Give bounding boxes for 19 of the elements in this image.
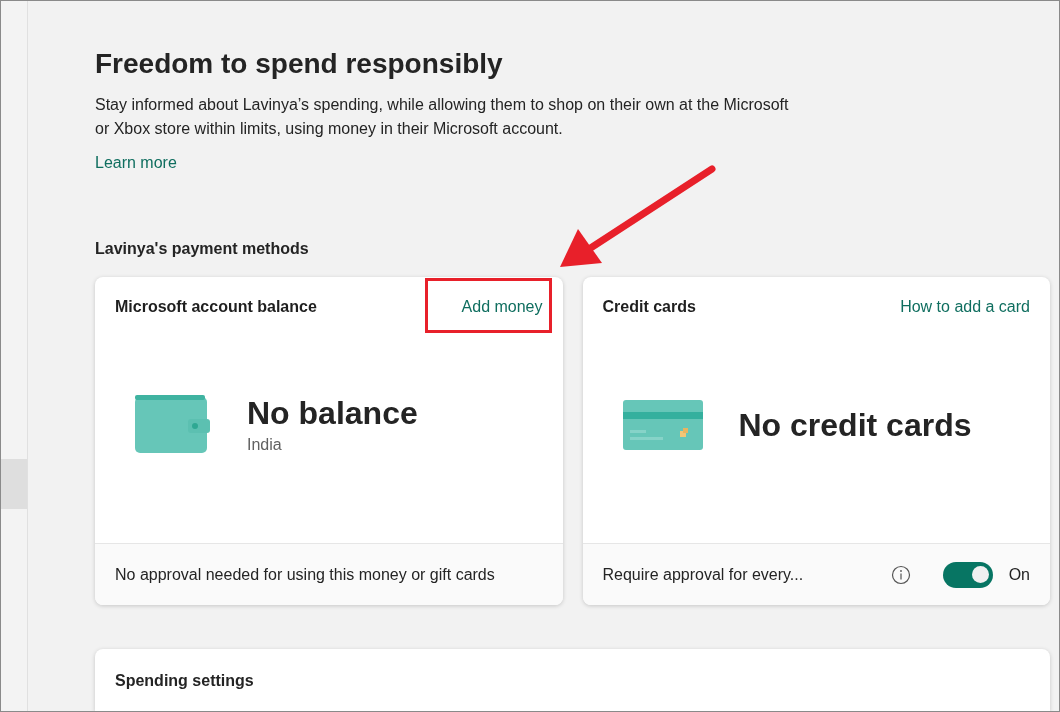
card-link[interactable]: How to add a card [900, 298, 1030, 315]
credit-card-icon [622, 400, 703, 450]
card-status: No balance [247, 394, 418, 433]
card-region: India [247, 435, 283, 455]
card-title: Microsoft account balance [115, 297, 317, 317]
learn-more-link[interactable]: Learn more [95, 151, 177, 175]
card-title: Credit cards [602, 297, 696, 317]
footer-text: No approval needed for using this money or gift cards [115, 564, 496, 585]
info-icon[interactable] [890, 564, 911, 585]
description: Stay informed about Lavinya’s spending, while allowing them to shop on their own at the Microsoft or Xbox store within limits, using money in their Microsoft account. [95, 95, 790, 139]
page-heading: Freedom to spend responsibly [95, 47, 504, 81]
settings-title: Spending settings [115, 672, 254, 689]
footer-text: Require approval for every... [602, 564, 805, 585]
card-link[interactable]: Add money [461, 298, 543, 315]
toggle-label: On [1008, 564, 1030, 585]
toggle-switch[interactable] [942, 561, 993, 588]
card-status: No credit cards [738, 406, 972, 445]
section-title: Lavinya's payment methods [95, 239, 310, 259]
wallet-icon [135, 395, 211, 455]
